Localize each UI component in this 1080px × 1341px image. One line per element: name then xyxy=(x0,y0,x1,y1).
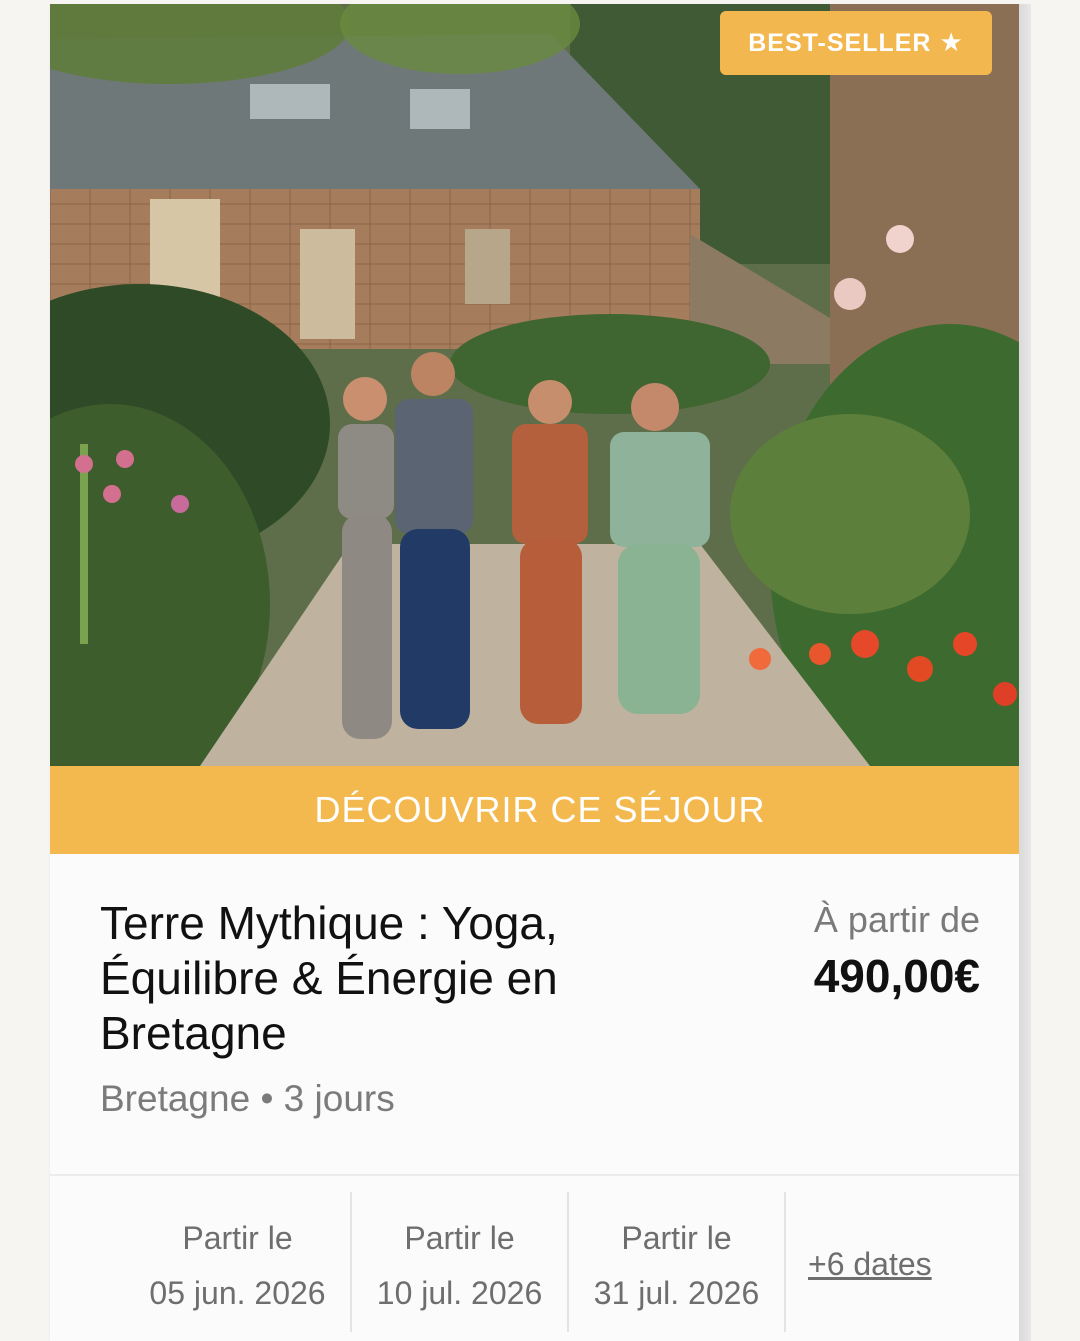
star-icon: ★ xyxy=(939,28,964,58)
departure-dates: Partir le 05 jun. 2026 Partir le 10 jul.… xyxy=(50,1176,1030,1341)
trip-meta: Bretagne • 3 jours xyxy=(100,1078,395,1119)
departure-label: Partir le xyxy=(621,1220,732,1256)
departure-date-option[interactable]: Partir le 05 jun. 2026 xyxy=(120,1192,355,1340)
card-edge xyxy=(1019,4,1031,1341)
date-separator xyxy=(784,1192,786,1332)
departure-date: 05 jun. 2026 xyxy=(149,1275,326,1311)
departure-date-option[interactable]: Partir le 31 jul. 2026 xyxy=(569,1192,784,1340)
departure-label: Partir le xyxy=(404,1220,515,1256)
departure-date-option[interactable]: Partir le 10 jul. 2026 xyxy=(352,1192,567,1340)
trip-photo[interactable]: BEST-SELLER ★ xyxy=(50,4,1030,766)
departure-date: 31 jul. 2026 xyxy=(593,1275,760,1311)
best-seller-badge: BEST-SELLER ★ xyxy=(720,11,992,75)
trip-card[interactable]: BEST-SELLER ★ DÉCOUVRIR CE SÉJOUR Terre … xyxy=(50,4,1030,1341)
badge-label: BEST-SELLER xyxy=(748,28,932,57)
trip-info: Terre Mythique : Yoga, Équilibre & Énerg… xyxy=(50,854,1030,1174)
discover-trip-label: DÉCOUVRIR CE SÉJOUR xyxy=(314,789,766,830)
price-block: À partir de 490,00€ xyxy=(814,898,980,1006)
trip-photo-illustration xyxy=(50,4,1030,766)
departure-date: 10 jul. 2026 xyxy=(376,1275,543,1311)
trip-price: 490,00€ xyxy=(813,950,980,1002)
discover-trip-button[interactable]: DÉCOUVRIR CE SÉJOUR xyxy=(50,766,1030,854)
more-dates-link[interactable]: +6 dates xyxy=(808,1246,932,1283)
departure-label: Partir le xyxy=(182,1220,293,1256)
price-label: À partir de xyxy=(813,899,980,940)
trip-title[interactable]: Terre Mythique : Yoga, Équilibre & Énerg… xyxy=(100,896,660,1061)
